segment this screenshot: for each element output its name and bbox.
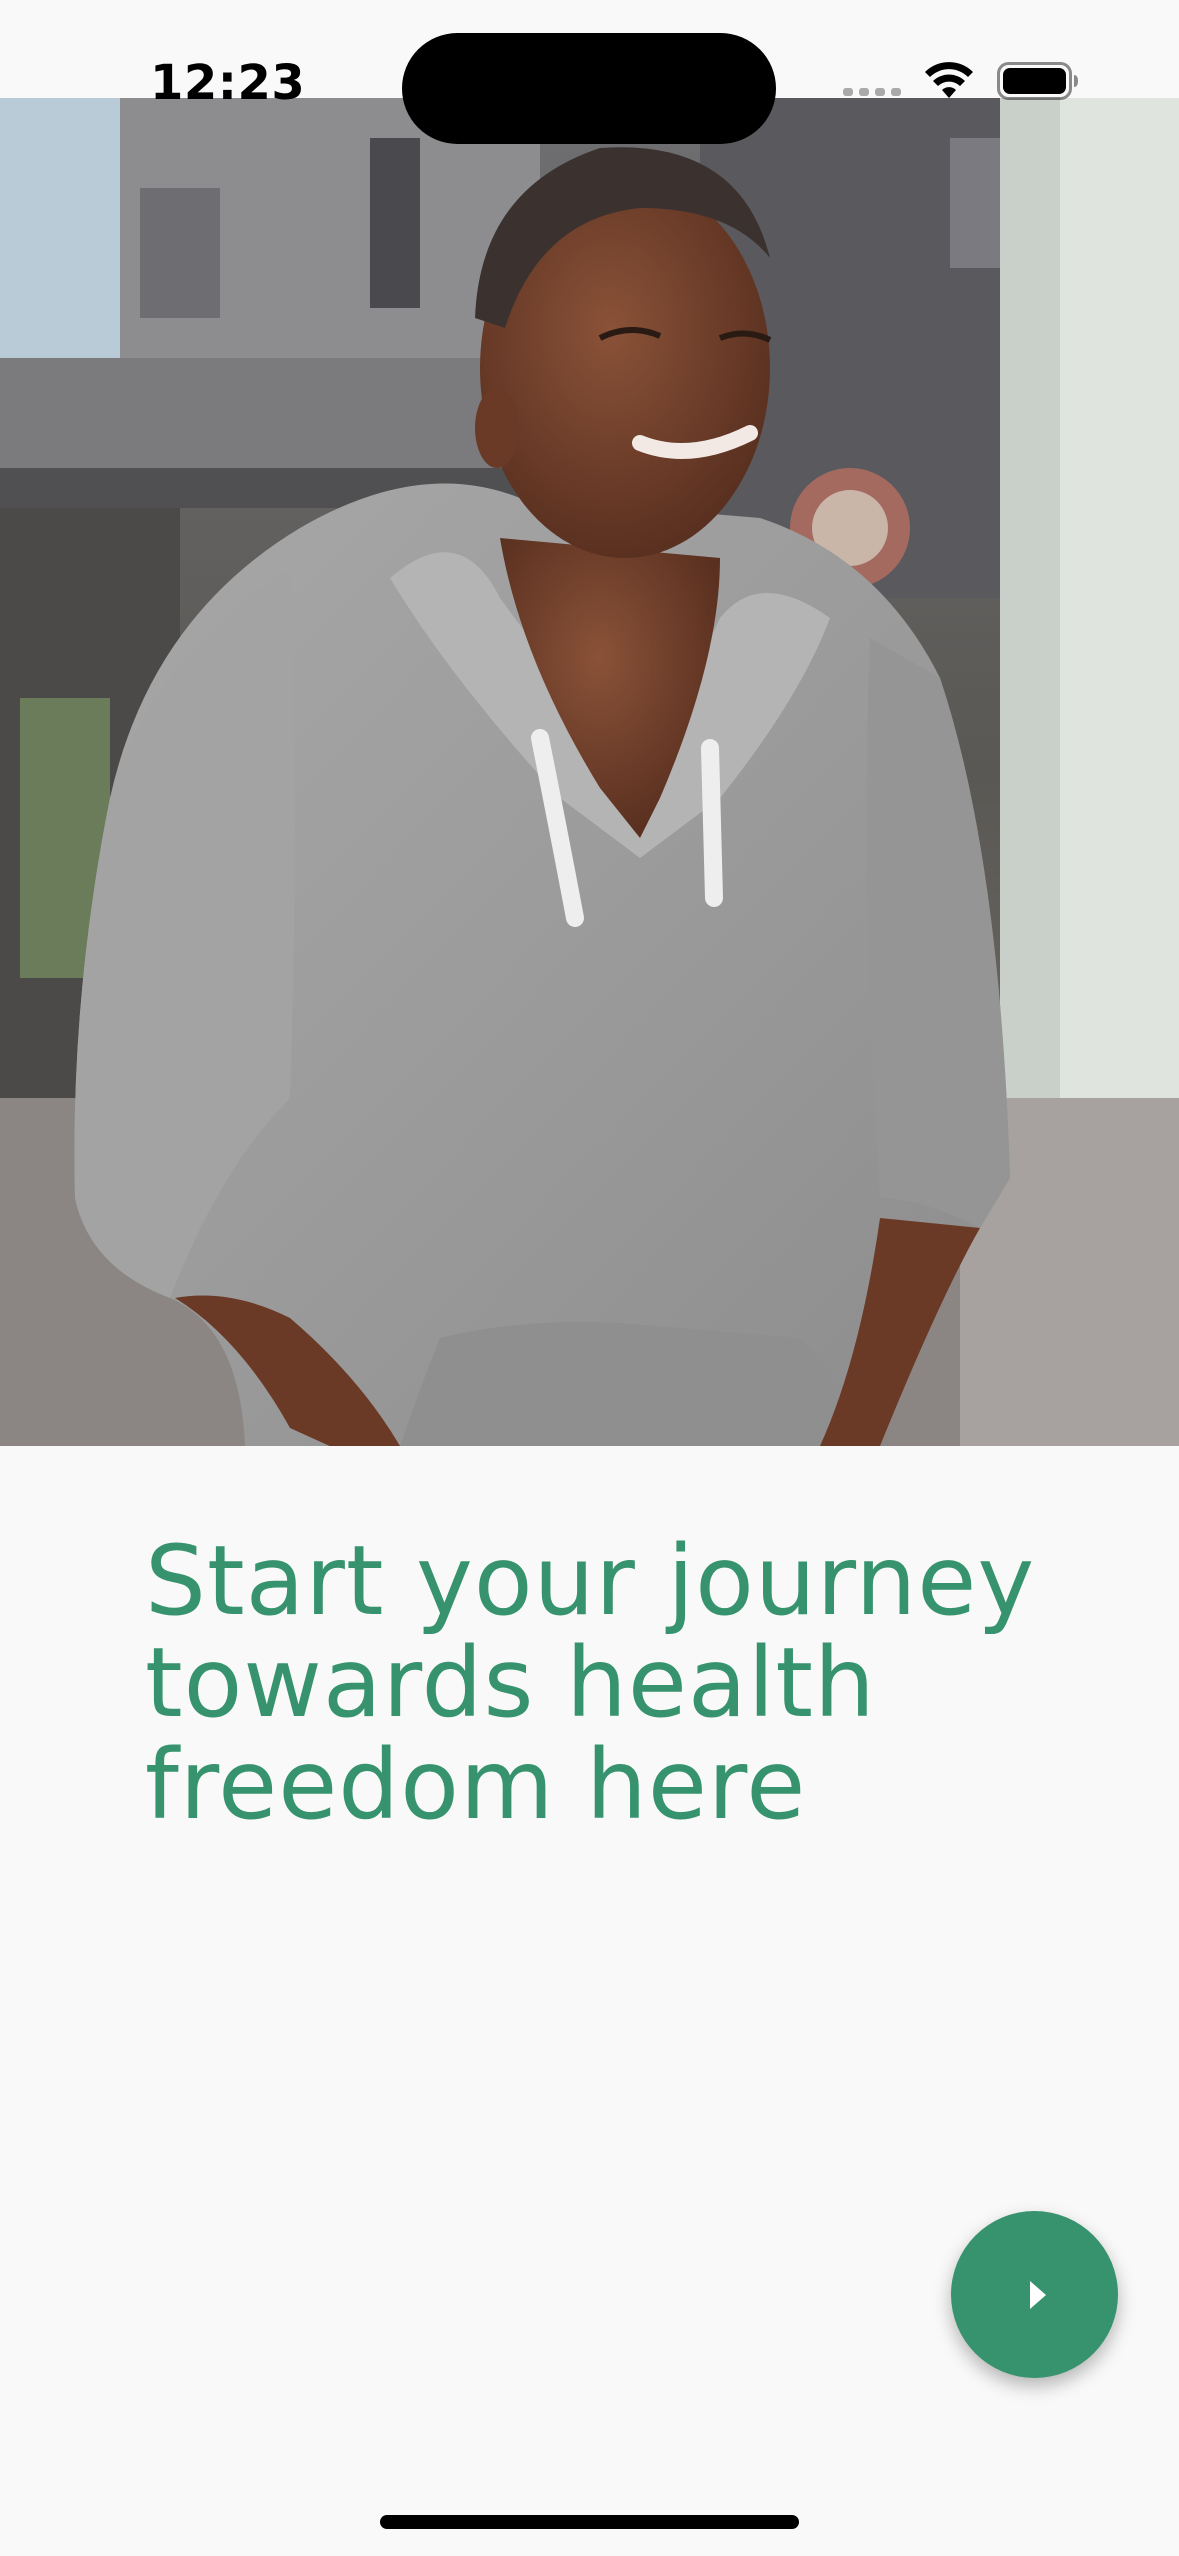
play-arrow-icon: [1029, 2280, 1046, 2309]
onboarding-screen: 12:23 Start your journey towards health …: [0, 0, 1179, 2556]
status-icons: [843, 62, 1079, 100]
status-time: 12:23: [150, 55, 306, 111]
onboarding-headline: Start your journey towards health freedo…: [145, 1525, 1036, 1841]
next-button[interactable]: [951, 2211, 1118, 2378]
hero-image: [0, 98, 1179, 1446]
woman-in-hoodie-photo: [0, 98, 1179, 1446]
wifi-icon: [925, 62, 973, 98]
cellular-signal-icon: [843, 66, 901, 96]
home-indicator[interactable]: [380, 2515, 799, 2529]
dynamic-island: [402, 33, 776, 144]
battery-icon: [997, 62, 1078, 100]
